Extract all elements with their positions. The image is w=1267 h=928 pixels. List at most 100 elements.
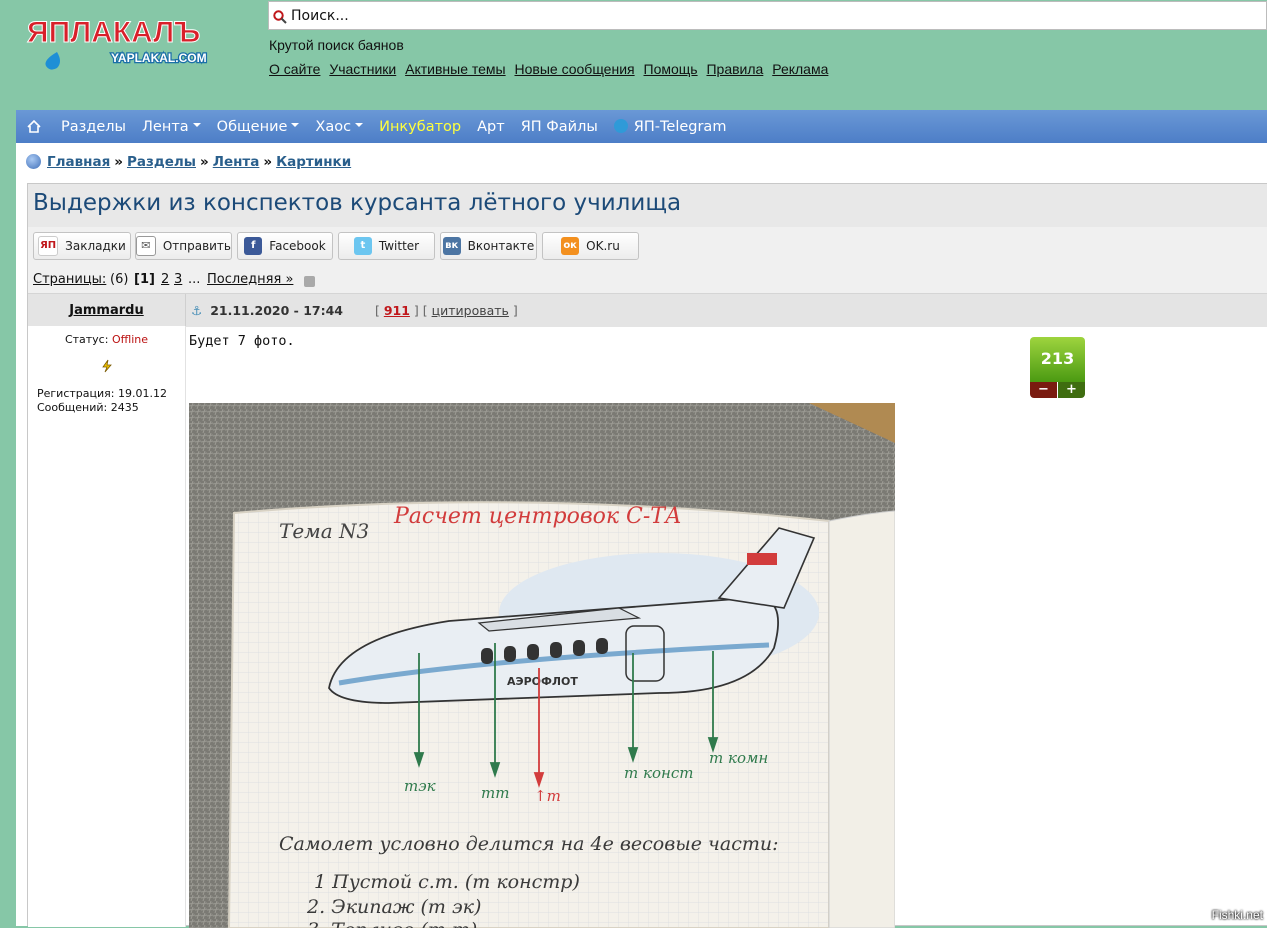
- nav-chaos[interactable]: Хаос: [315, 119, 363, 135]
- page-link-2[interactable]: 2: [161, 272, 169, 287]
- nav-art[interactable]: Арт: [477, 119, 505, 135]
- user-stats: Регистрация: 19.01.12 Сообщений: 2435: [37, 387, 167, 415]
- rating-widget: 213 − +: [1030, 337, 1085, 398]
- top-link-help[interactable]: Помощь: [644, 61, 698, 77]
- user-info: Статус: Offline Регистрация: 19.01.12 Со…: [28, 326, 186, 927]
- weight-label-4: m комн: [709, 749, 768, 767]
- share-twitter-label: Twitter: [378, 239, 420, 253]
- post-header: Jammardu ⚓ 21.11.2020 - 17:44 [ 911 ] [ ц…: [28, 293, 1267, 327]
- share-twitter-button[interactable]: t Twitter: [338, 232, 435, 260]
- site-logo[interactable]: ЯПЛАКАЛЪ YAPLAKAL.COM: [25, 14, 250, 74]
- breadcrumb-feed[interactable]: Лента: [213, 154, 260, 170]
- nav-incubator[interactable]: Инкубатор: [379, 119, 461, 135]
- main-navbar: Разделы Лента Общение Хаос Инкубатор Арт…: [16, 110, 1267, 143]
- yap-icon: ЯП: [38, 236, 59, 256]
- search-box[interactable]: [268, 1, 1267, 30]
- breadcrumb-pictures[interactable]: Картинки: [276, 154, 351, 170]
- anchor-icon[interactable]: ⚓: [191, 303, 202, 318]
- author-link[interactable]: Jammardu: [69, 303, 143, 318]
- topic-title: Выдержки из конспектов курсанта лётного …: [33, 190, 682, 216]
- quote-link[interactable]: цитировать: [432, 303, 509, 318]
- page-link-3[interactable]: 3: [174, 272, 182, 287]
- nav-feed[interactable]: Лента: [142, 119, 201, 135]
- share-ok-label: OK.ru: [586, 239, 620, 253]
- image-list-item-2: 2. Экипаж (m эк): [306, 896, 481, 918]
- nav-communication[interactable]: Общение: [217, 119, 300, 135]
- pages-total: (6): [110, 272, 129, 287]
- share-bar: ЯП Закладки ✉ Отправить f Facebook t Twitter…: [28, 227, 1267, 267]
- watermark: Fishki.net: [1211, 908, 1263, 922]
- image-list-item-3: 3. Топливо (m т): [307, 919, 477, 928]
- home-icon[interactable]: [16, 110, 52, 143]
- user-messages: Сообщений: 2435: [37, 401, 139, 414]
- image-list-item-1: 1 Пустой с.т. (m констр): [314, 871, 580, 893]
- top-link-active-topics[interactable]: Активные темы: [405, 61, 506, 77]
- vk-icon: вк: [442, 237, 461, 255]
- post-text: Будет 7 фото.: [189, 333, 295, 349]
- nav-sections[interactable]: Разделы: [61, 119, 126, 135]
- rating-value: 213: [1030, 337, 1085, 382]
- ok-icon: ок: [561, 237, 580, 255]
- image-text-line1: Самолет условно делится на 4е весовые ча…: [279, 833, 779, 855]
- pages-ellipsis: ...: [188, 272, 201, 287]
- rating-minus-button[interactable]: −: [1030, 382, 1057, 398]
- user-registration: Регистрация: 19.01.12: [37, 387, 167, 400]
- status-label: Статус:: [64, 333, 109, 346]
- post-date: 21.11.2020 - 17:44: [210, 303, 343, 318]
- search-icon: [273, 10, 287, 24]
- pagination: Страницы: (6) [1] 2 3 ... Последняя »: [28, 267, 1267, 293]
- weight-label-1: mт: [481, 784, 509, 802]
- status-value: Offline: [111, 333, 149, 346]
- lightning-icon: [102, 359, 112, 373]
- post-image[interactable]: Тема N3 Расчет центровок С-ТА АЭРОФЛОТ m…: [189, 403, 895, 928]
- logo-subtext: YAPLAKAL.COM: [111, 51, 207, 65]
- share-bookmarks-button[interactable]: ЯП Закладки: [33, 232, 131, 260]
- weight-label-3: m конст: [624, 764, 694, 782]
- top-link-about[interactable]: О сайте: [269, 61, 320, 77]
- share-ok-button[interactable]: ок OK.ru: [542, 232, 639, 260]
- share-vk-button[interactable]: вк Вконтакте: [440, 232, 537, 260]
- twitter-icon: t: [353, 237, 372, 255]
- share-bookmarks-label: Закладки: [65, 239, 126, 253]
- nav-files[interactable]: ЯП Файлы: [521, 119, 598, 135]
- post-meta: ⚓ 21.11.2020 - 17:44 [ 911 ] [ цитировать…: [191, 303, 518, 318]
- weight-label-2: ↑m: [534, 787, 561, 805]
- page-jump-icon[interactable]: [304, 276, 315, 287]
- top-links: О сайте Участники Активные темы Новые со…: [269, 61, 833, 77]
- image-heading-title: Расчет центровок С-ТА: [393, 504, 682, 529]
- top-link-rules[interactable]: Правила: [706, 61, 763, 77]
- search-input[interactable]: [291, 5, 1191, 27]
- topic-box: Выдержки из конспектов курсанта лётного …: [27, 183, 1267, 928]
- share-facebook-label: Facebook: [269, 239, 326, 253]
- logo-wordmark: ЯПЛАКАЛЪ: [27, 16, 200, 49]
- top-link-new-messages[interactable]: Новые сообщения: [515, 61, 635, 77]
- pages-label[interactable]: Страницы:: [33, 272, 106, 287]
- breadcrumb-sections[interactable]: Разделы: [127, 154, 196, 170]
- share-facebook-button[interactable]: f Facebook: [237, 232, 333, 260]
- top-link-members[interactable]: Участники: [329, 61, 396, 77]
- post-author: Jammardu: [28, 294, 186, 327]
- breadcrumb: Главная» Разделы» Лента» Картинки: [26, 153, 351, 170]
- pages-current: [1]: [134, 272, 155, 287]
- post-number-link[interactable]: 911: [384, 303, 410, 318]
- notebook-right-page: [828, 510, 895, 928]
- site-slogan: Крутой поиск баянов: [269, 37, 404, 53]
- plane-label: АЭРОФЛОТ: [507, 675, 578, 688]
- user-status: Статус: Offline: [28, 333, 185, 346]
- nav-telegram[interactable]: ЯП-Telegram: [634, 119, 727, 135]
- weight-label-0: mэк: [404, 777, 436, 795]
- facebook-icon: f: [244, 237, 263, 255]
- share-vk-label: Вконтакте: [467, 239, 535, 253]
- telegram-icon: [613, 118, 628, 133]
- breadcrumb-home[interactable]: Главная: [47, 154, 110, 170]
- share-send-button[interactable]: ✉ Отправить: [135, 232, 232, 260]
- image-heading-prefix: Тема N3: [279, 519, 369, 543]
- page-link-last[interactable]: Последняя »: [207, 272, 293, 287]
- rating-plus-button[interactable]: +: [1058, 382, 1085, 398]
- drop-icon: [45, 52, 60, 70]
- content-area: Главная» Разделы» Лента» Картинки Выдержки …: [16, 143, 1267, 928]
- share-send-label: Отправить: [162, 239, 231, 253]
- breadcrumb-icon: [26, 153, 41, 169]
- top-link-ads[interactable]: Реклама: [772, 61, 828, 77]
- mail-icon: ✉: [136, 236, 156, 256]
